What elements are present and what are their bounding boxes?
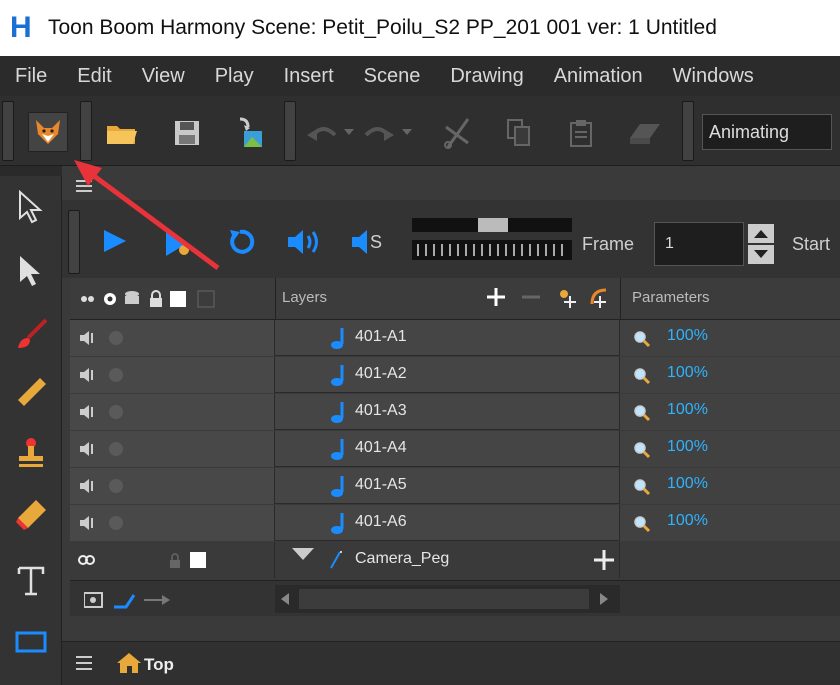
import-image-icon[interactable] [232,116,266,150]
zoom-param-icon[interactable] [633,478,651,496]
menu-animation[interactable]: Animation [539,65,658,88]
peg-icon [330,551,342,569]
menu-windows[interactable]: Windows [658,65,769,88]
sound-layer-icon [331,365,344,386]
parameter-value[interactable]: 100% [667,327,708,345]
app-logo-icon: H [10,11,32,44]
undo-dropdown-icon[interactable] [340,116,358,150]
layers-header: Layers [282,289,328,306]
sound-layer-icon [331,328,344,349]
camera-peg-name[interactable]: Camera_Peg [355,550,449,568]
select-arrow-icon[interactable] [10,186,52,228]
layer-row[interactable]: 401-A6 100% [70,505,840,541]
sound-layer-icon [331,439,344,460]
undo-icon[interactable] [305,116,339,150]
eraser-block-icon[interactable] [628,116,662,150]
zoom-param-icon[interactable] [633,441,651,459]
window-title: Toon Boom Harmony Scene: Petit_Poilu_S2 … [48,16,717,39]
layer-row[interactable]: 401-A1 100% [70,320,840,356]
parameter-value[interactable]: 100% [667,512,708,530]
open-folder-icon[interactable] [104,116,138,150]
menu-bar: File Edit View Play Insert Scene Drawing… [0,56,840,96]
menu-play[interactable]: Play [200,65,269,88]
menu-file[interactable]: File [0,65,62,88]
brush-icon[interactable] [10,314,52,356]
frame-stepper[interactable] [746,222,776,266]
text-icon[interactable] [10,560,52,602]
home-icon[interactable] [116,652,142,679]
parameter-value[interactable]: 100% [667,401,708,419]
panel-separator [62,620,840,642]
redo-icon[interactable] [362,116,396,150]
frame-input[interactable]: 1 [654,222,744,266]
layer-name[interactable]: 401-A6 [355,513,407,531]
layer-row[interactable]: 401-A5 100% [70,468,840,504]
save-icon[interactable] [170,116,204,150]
redo-dropdown-icon[interactable] [398,116,416,150]
start-label: Start [792,234,831,254]
pencil-icon[interactable] [10,372,52,414]
menu-scene[interactable]: Scene [349,65,436,88]
layer-row[interactable]: 401-A3 100% [70,394,840,430]
timeline-footer [70,580,840,616]
menu-insert[interactable]: Insert [269,65,349,88]
camera-peg-row[interactable]: Camera_Peg [70,542,840,578]
paste-icon[interactable] [564,116,598,150]
zoom-param-icon[interactable] [633,367,651,385]
contour-arrow-icon[interactable] [10,250,52,292]
timeline-header: Layers Parameters [70,278,840,320]
layer-name[interactable]: 401-A4 [355,439,407,457]
node-view-toolbar: Top [62,642,840,685]
breadcrumb-top[interactable]: Top [144,655,174,675]
toolbar-grip-4[interactable] [682,101,694,161]
layer-row[interactable]: 401-A4 100% [70,431,840,467]
menu-edit[interactable]: Edit [62,65,126,88]
sound-layer-icon [331,513,344,534]
menu-drawing[interactable]: Drawing [435,65,538,88]
sound-layer-icon [331,476,344,497]
parameter-value[interactable]: 100% [667,438,708,456]
menu-view[interactable]: View [127,65,200,88]
add-peg-icon[interactable] [556,286,580,315]
node-view-menu-icon[interactable] [76,654,94,677]
annotation-arrow-icon [74,160,220,271]
speed-slider[interactable] [412,216,572,264]
layer-name[interactable]: 401-A5 [355,476,407,494]
add-drawing-layer-icon[interactable] [586,284,612,315]
sound-icon[interactable] [286,228,322,261]
copy-icon[interactable] [502,116,536,150]
cut-icon[interactable] [440,116,474,150]
horizontal-scrollbar[interactable] [275,585,620,613]
toolbar-grip[interactable] [2,101,14,161]
layer-name[interactable]: 401-A1 [355,328,407,346]
fox-mascot-icon[interactable] [28,112,68,152]
zoom-param-icon[interactable] [633,404,651,422]
collapse-triangle-icon[interactable] [292,548,314,562]
parameter-value[interactable]: 100% [667,475,708,493]
layer-name[interactable]: 401-A3 [355,402,407,420]
rectangle-icon[interactable] [10,622,52,664]
sound-scrub-label: S [370,232,383,252]
parameter-value[interactable]: 100% [667,364,708,382]
zoom-param-icon[interactable] [633,330,651,348]
sound-layer-icon [331,402,344,423]
tools-toolbar [0,176,62,685]
loop-icon[interactable] [226,226,258,263]
add-layer-icon[interactable] [485,286,509,315]
footer-icons[interactable] [83,591,184,614]
add-icon[interactable] [592,548,616,577]
layer-name[interactable]: 401-A2 [355,365,407,383]
workspace-mode-select[interactable]: Animating [702,114,832,150]
stamp-icon[interactable] [10,432,52,474]
sound-scrub-icon[interactable] [350,228,370,261]
eraser-icon[interactable] [10,494,52,536]
header-icons [80,290,230,313]
title-bar: H Toon Boom Harmony Scene: Petit_Poilu_S… [0,0,840,56]
zoom-param-icon[interactable] [633,515,651,533]
frame-label: Frame [582,234,635,254]
toolbar-grip-3[interactable] [284,101,296,161]
remove-layer-icon[interactable] [520,286,544,315]
parameters-header: Parameters [632,289,710,306]
layer-row[interactable]: 401-A2 100% [70,357,840,393]
